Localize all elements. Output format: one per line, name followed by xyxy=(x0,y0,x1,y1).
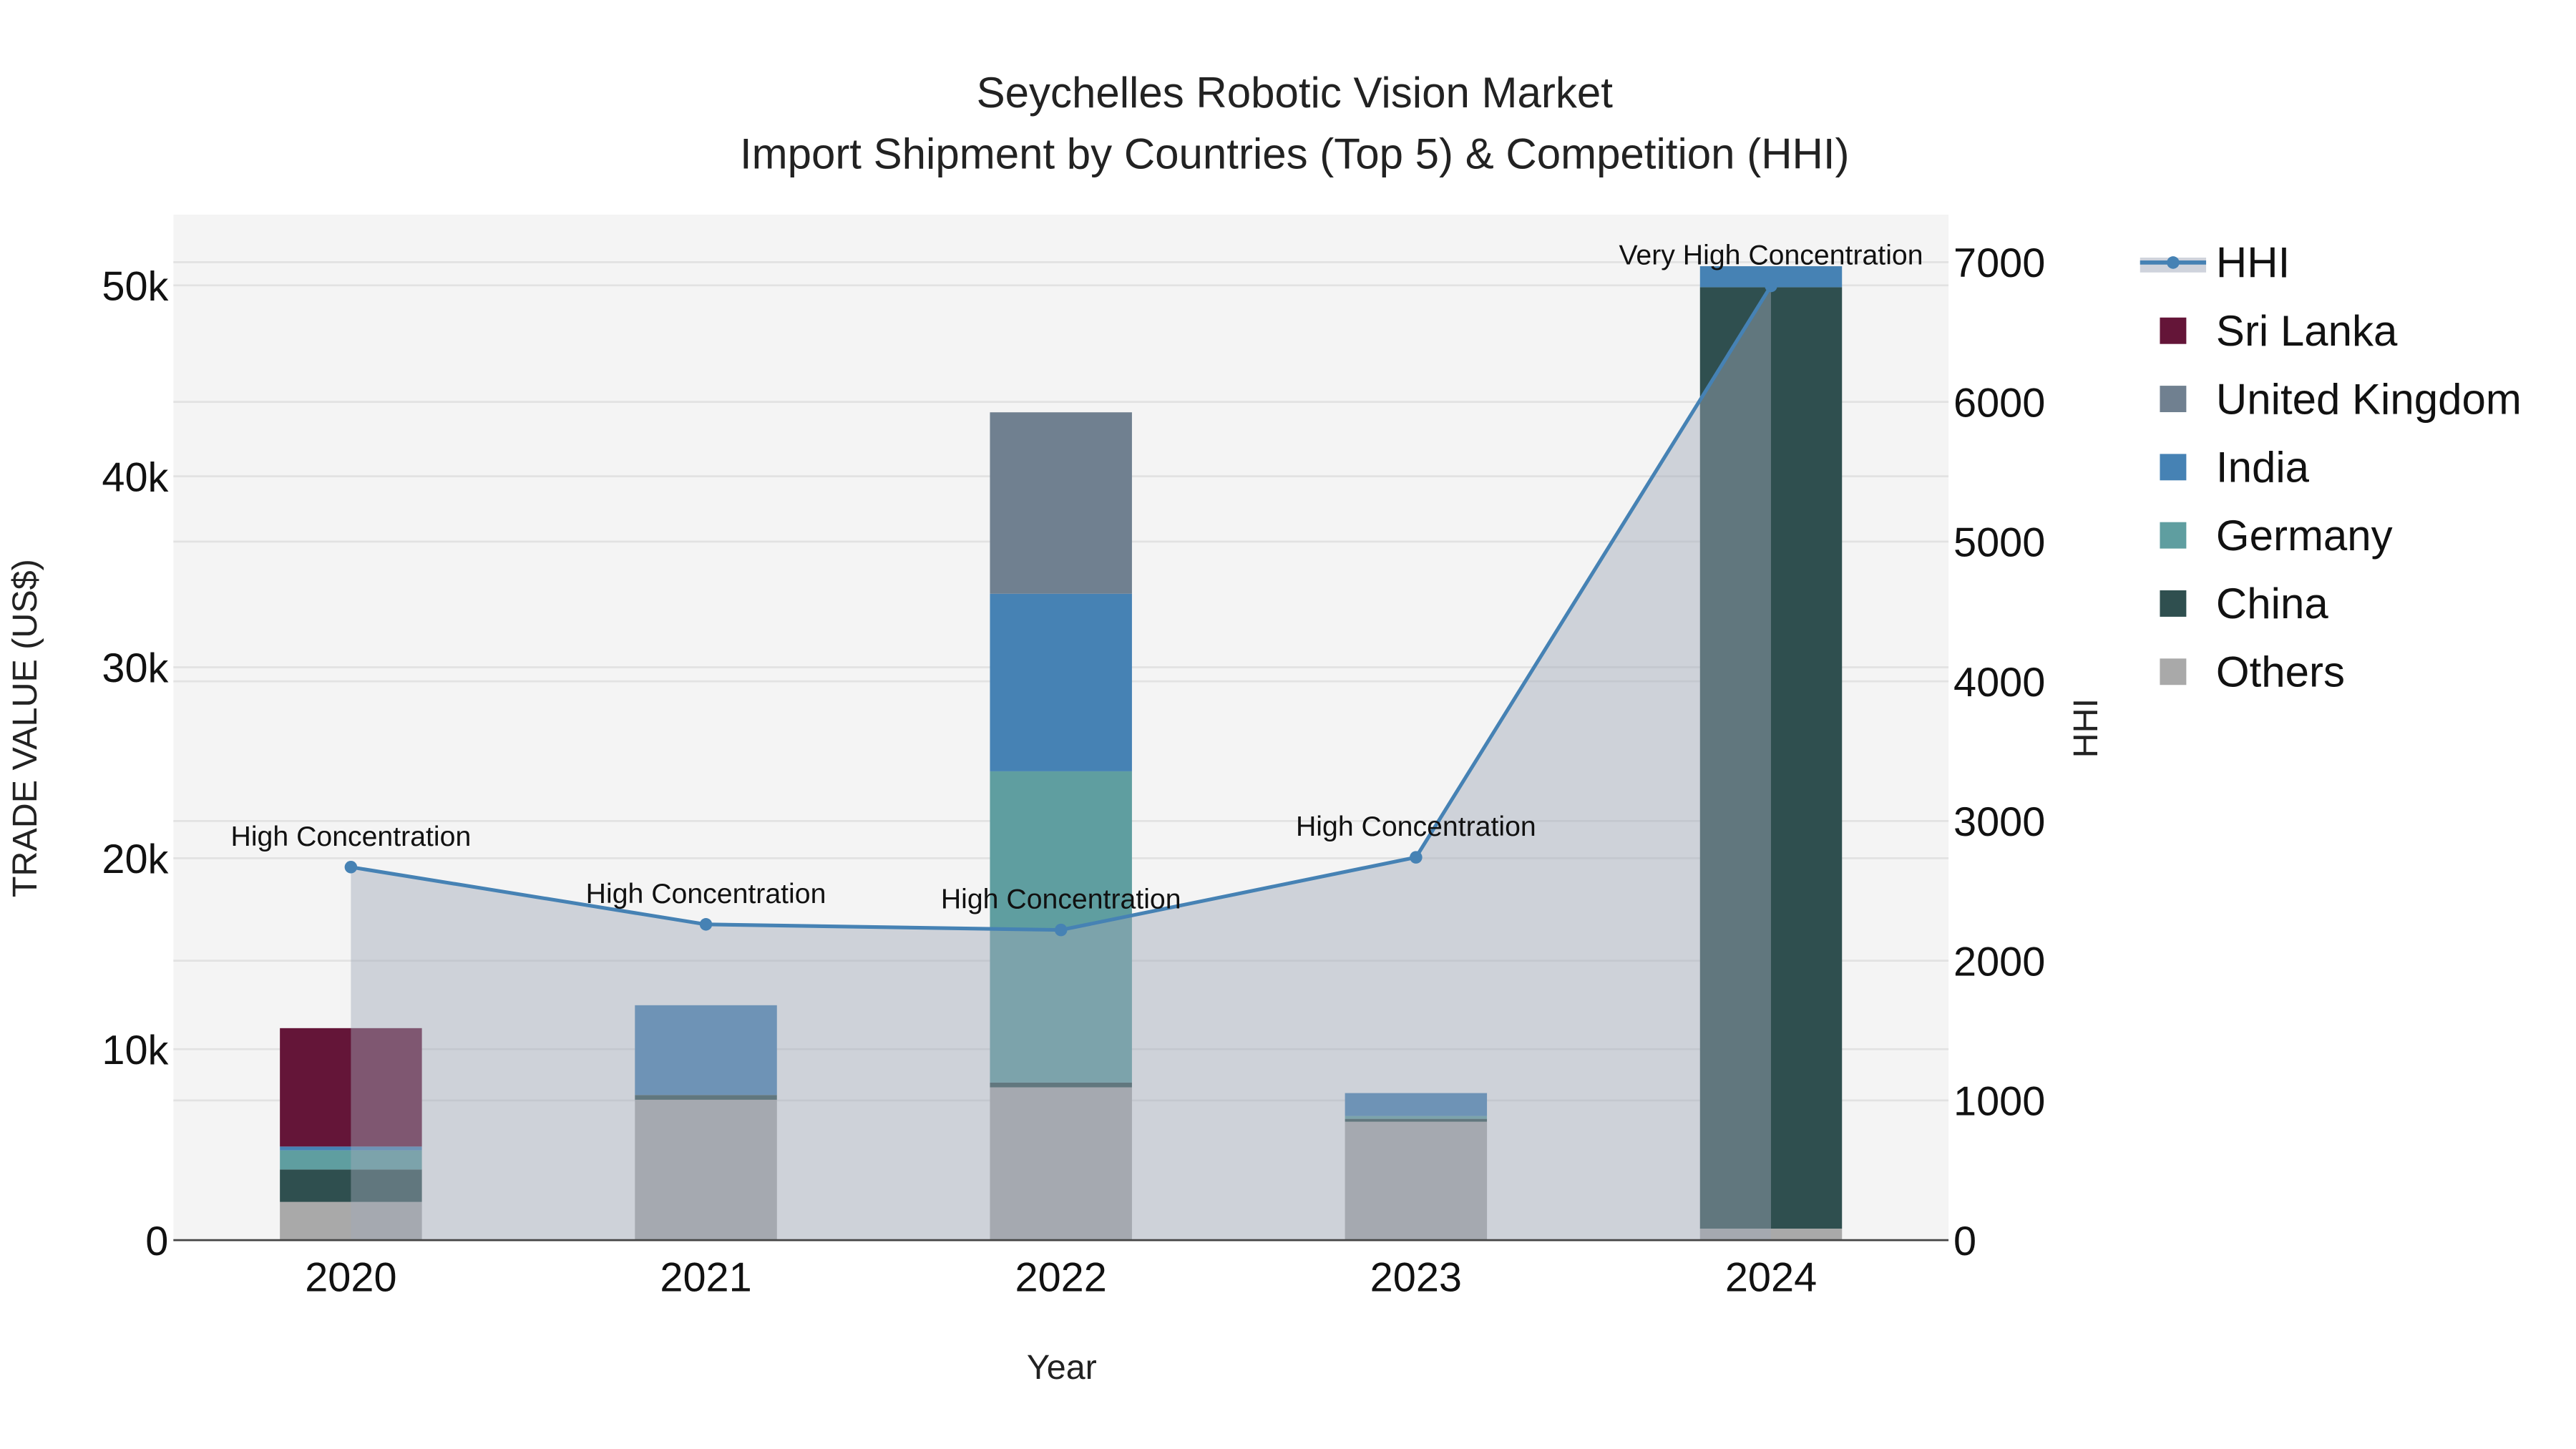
y2-tick-label: 2000 xyxy=(1953,939,2045,985)
x-tick-label: 2022 xyxy=(1015,1255,1107,1301)
y2-tick-label: 0 xyxy=(1953,1219,1976,1264)
y-tick-label: 30k xyxy=(102,645,168,691)
y-tick-label: 50k xyxy=(102,264,168,310)
chart-subtitle: Import Shipment by Countries (Top 5) & C… xyxy=(740,130,1850,177)
x-tick-label: 2021 xyxy=(660,1255,751,1301)
legend-item-china[interactable]: China xyxy=(2160,580,2328,628)
x-tick-label: 2024 xyxy=(1725,1255,1817,1301)
y-tick-label: 10k xyxy=(102,1028,168,1073)
y-tick-label: 0 xyxy=(145,1219,168,1264)
y2-tick-label: 4000 xyxy=(1953,660,2045,706)
legend-swatch xyxy=(2160,317,2187,344)
legend-swatch xyxy=(2160,386,2187,412)
y2-tick-label: 5000 xyxy=(1953,520,2045,566)
legend-swatch xyxy=(2160,590,2187,617)
bar-united-kingdom-2022 xyxy=(990,412,1132,594)
chart: High Concentration High Concentration High… xyxy=(6,69,2522,1387)
x-tick-label: 2023 xyxy=(1370,1255,1462,1301)
y2-axis-title: HHI xyxy=(2067,698,2105,758)
legend-swatch xyxy=(2160,658,2187,686)
hhi-point xyxy=(1765,279,1777,293)
hhi-annotation: High Concentration xyxy=(231,821,472,852)
hhi-point xyxy=(1054,923,1068,937)
hhi-point xyxy=(699,918,713,931)
hhi-annotation: High Concentration xyxy=(941,884,1181,915)
legend-label: India xyxy=(2216,444,2310,492)
y-axis-title: TRADE VALUE (US$) xyxy=(6,559,44,897)
legend-swatch xyxy=(2160,454,2187,481)
legend-item-others[interactable]: Others xyxy=(2160,648,2345,696)
legend-item-hhi[interactable]: HHI xyxy=(2140,239,2290,287)
legend-item-united-kingdom[interactable]: United Kingdom xyxy=(2160,375,2522,423)
legend-label: HHI xyxy=(2216,239,2290,287)
legend-swatch-marker xyxy=(2167,256,2180,269)
y2-tick-label: 6000 xyxy=(1953,380,2045,426)
y2-tick-label: 1000 xyxy=(1953,1079,2045,1125)
legend-label: Sri Lanka xyxy=(2216,307,2398,355)
hhi-annotation: Very High Concentration xyxy=(1619,240,1923,271)
y-tick-label: 40k xyxy=(102,454,168,500)
bar-india-2022 xyxy=(990,593,1132,771)
legend-label: Others xyxy=(2216,648,2345,696)
legend-swatch xyxy=(2160,522,2187,549)
legend-label: China xyxy=(2216,580,2328,628)
legend-label: United Kingdom xyxy=(2216,375,2522,423)
legend-item-india[interactable]: India xyxy=(2160,444,2310,492)
hhi-point xyxy=(344,861,358,874)
x-tick-label: 2020 xyxy=(305,1255,396,1301)
legend-label: Germany xyxy=(2216,512,2393,560)
hhi-annotation: High Concentration xyxy=(1296,811,1536,842)
legend-item-germany[interactable]: Germany xyxy=(2160,512,2393,560)
y2-tick-label: 3000 xyxy=(1953,799,2045,845)
chart-title: Seychelles Robotic Vision Market xyxy=(977,69,1614,117)
hhi-point xyxy=(1410,851,1423,864)
y2-tick-label: 7000 xyxy=(1953,240,2045,286)
legend-item-sri-lanka[interactable]: Sri Lanka xyxy=(2160,307,2398,355)
hhi-annotation: High Concentration xyxy=(586,878,826,909)
y-tick-label: 20k xyxy=(102,836,168,882)
x-axis-title: Year xyxy=(1027,1348,1097,1387)
